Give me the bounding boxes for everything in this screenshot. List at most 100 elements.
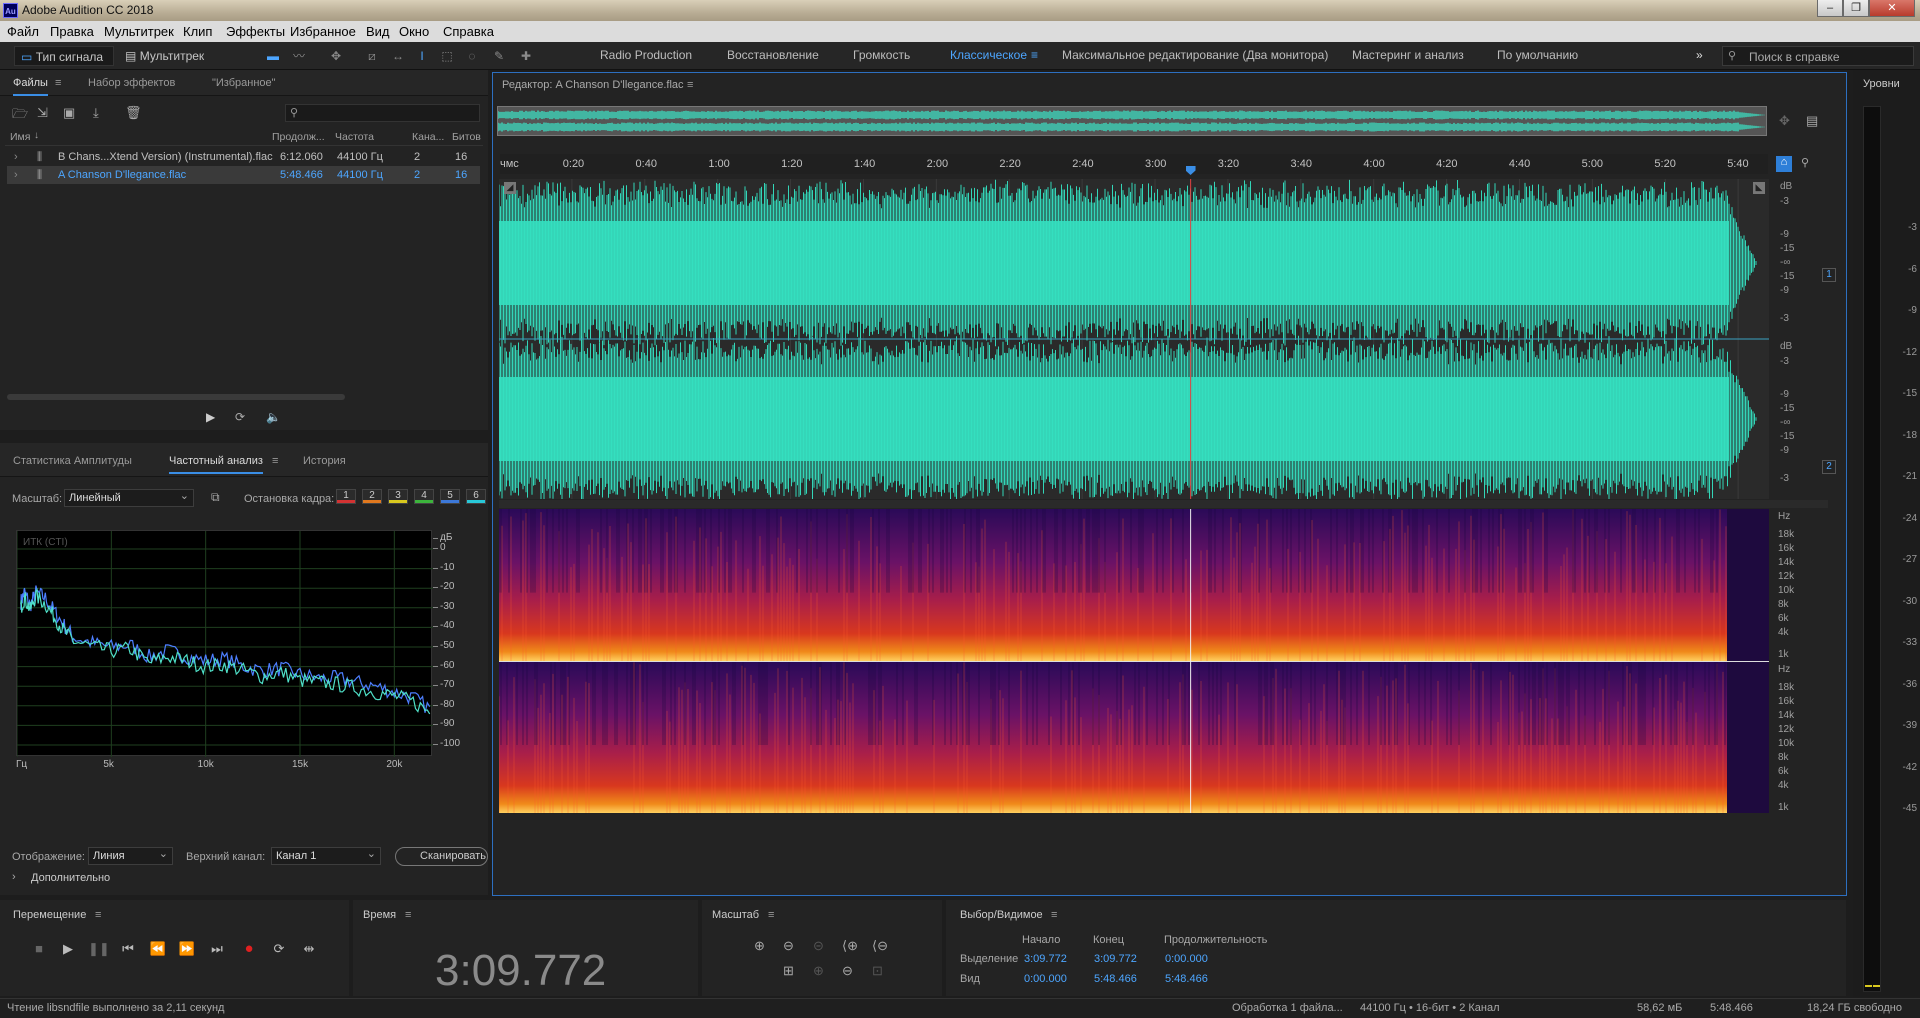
display-dropdown[interactable]: Линия <box>88 847 173 865</box>
slip-tool-icon[interactable]: ↔ <box>390 48 406 64</box>
menu-file[interactable]: Файл <box>7 24 39 39</box>
workspace-loudness[interactable]: Громкость <box>853 48 910 62</box>
waveform-view-button[interactable]: ▭ Тип сигнала <box>14 46 114 66</box>
expand-chevron-icon[interactable]: › <box>14 169 18 181</box>
freeze-slot-5[interactable]: 5 <box>440 489 460 504</box>
files-menu-icon[interactable]: ≡ <box>55 77 61 89</box>
tab-frequency-analysis[interactable]: Частотный анализ <box>169 455 263 474</box>
tab-history[interactable]: История <box>303 455 346 467</box>
zoom-in-point-icon[interactable]: ⊕ <box>813 963 824 979</box>
menu-help[interactable]: Справка <box>443 24 494 39</box>
menu-effects[interactable]: Эффекты <box>226 24 285 39</box>
analysis-menu-icon[interactable]: ≡ <box>272 455 278 467</box>
freeze-slot-6[interactable]: 6 <box>466 489 486 504</box>
menu-favorites[interactable]: Избранное <box>290 24 356 39</box>
workspace-restoration[interactable]: Восстановление <box>727 48 819 62</box>
workspace-default[interactable]: По умолчанию <box>1497 48 1578 62</box>
col-name[interactable]: Имя <box>10 131 30 143</box>
new-file-icon[interactable]: ▣ <box>63 105 75 121</box>
files-search-input[interactable]: ⚲ <box>285 104 480 122</box>
skip-icon[interactable]: ⇹ <box>299 939 319 959</box>
zoom-in-amplitude-icon[interactable]: ⊕ <box>754 938 765 954</box>
scale-dropdown[interactable]: Линейный <box>64 489 194 507</box>
freeze-slot-1[interactable]: 1 <box>336 489 356 504</box>
open-file-icon[interactable]: 🗁 <box>12 105 28 127</box>
time-selection-tool-icon[interactable]: I <box>414 48 430 64</box>
spectral-display[interactable] <box>499 509 1769 813</box>
snap-icon[interactable]: ⌂ <box>1776 156 1792 172</box>
lasso-tool-icon[interactable]: ◌ <box>464 48 480 64</box>
menu-window[interactable]: Окно <box>399 24 429 39</box>
channel-2-toggle[interactable]: 2 <box>1822 460 1836 474</box>
delete-file-icon[interactable]: 🗑 <box>125 105 142 121</box>
razor-tool-icon[interactable]: ⧄ <box>364 48 380 64</box>
view-start[interactable]: 0:00.000 <box>1024 973 1067 985</box>
copy-graph-icon[interactable]: ⧉ <box>211 490 220 505</box>
editor-panel-options-icon[interactable]: ▤ <box>1806 113 1818 129</box>
selection-end[interactable]: 3:09.772 <box>1094 953 1137 965</box>
editor-menu-icon[interactable]: ≡ <box>687 79 693 91</box>
healing-tool-icon[interactable]: ✚ <box>518 48 534 64</box>
preview-autoplay-icon[interactable]: 🔈 <box>266 410 281 424</box>
tab-amplitude-stats[interactable]: Статистика Амплитуды <box>13 455 132 467</box>
channel-dropdown[interactable]: Канал 1 <box>271 847 381 865</box>
menu-view[interactable]: Вид <box>366 24 390 39</box>
advanced-chevron-icon[interactable]: › <box>12 871 16 883</box>
record-icon[interactable]: ● <box>239 939 259 959</box>
loop-icon[interactable]: ⟳ <box>269 939 289 959</box>
zoom-out-time-icon[interactable]: ⟨⊖ <box>872 938 888 954</box>
zoom-out-point-icon[interactable]: ⊖ <box>842 963 853 979</box>
go-end-icon[interactable]: ⏭ <box>207 939 227 959</box>
waveform-display-icon[interactable]: ▬ <box>265 48 281 64</box>
zoom-out-full-icon[interactable]: ⊝ <box>813 938 824 954</box>
selection-duration[interactable]: 0:00.000 <box>1165 953 1208 965</box>
brush-tool-icon[interactable]: ✎ <box>491 48 507 64</box>
channel-1-toggle[interactable]: 1 <box>1822 268 1836 282</box>
workspace-mastering[interactable]: Мастеринг и анализ <box>1352 48 1464 62</box>
zoom-selection-icon[interactable]: ⊞ <box>783 963 794 979</box>
rewind-icon[interactable]: ⏪ <box>148 939 168 959</box>
transport-menu-icon[interactable]: ≡ <box>95 909 101 921</box>
maximize-button[interactable]: ❐ <box>1843 0 1869 17</box>
close-button[interactable]: ✕ <box>1869 0 1915 17</box>
menu-multitrack[interactable]: Мультитрек <box>104 24 174 39</box>
zoom-in-time-icon[interactable]: ⟨⊕ <box>842 938 858 954</box>
preview-play-icon[interactable]: ▶ <box>206 410 215 424</box>
selection-start[interactable]: 3:09.772 <box>1024 953 1067 965</box>
col-channels[interactable]: Кана... <box>412 131 444 143</box>
files-horizontal-scrollbar[interactable] <box>7 394 345 400</box>
zoom-out-amplitude-icon[interactable]: ⊖ <box>783 938 794 954</box>
col-bits[interactable]: Битов <box>452 131 481 143</box>
view-duration[interactable]: 5:48.466 <box>1165 973 1208 985</box>
scan-button[interactable]: Сканировать <box>395 847 488 866</box>
move-tool-icon[interactable]: ✥ <box>328 48 344 64</box>
zoom-to-selection-icon[interactable]: ✥ <box>1779 113 1790 129</box>
freeze-slot-2[interactable]: 2 <box>362 489 382 504</box>
pause-icon[interactable]: ❚❚ <box>88 939 110 959</box>
workspace-menu-icon[interactable]: ≡ <box>1031 48 1038 62</box>
tab-effects-rack[interactable]: Набор эффектов <box>88 77 175 89</box>
import-file-icon[interactable]: ⇲ <box>37 105 48 121</box>
menu-clip[interactable]: Клип <box>183 24 212 39</box>
go-start-icon[interactable]: ⏮ <box>118 939 138 959</box>
col-rate[interactable]: Частота <box>335 131 374 143</box>
workspace-max-editing[interactable]: Максимальное редактирование (Два монитор… <box>1062 48 1328 62</box>
multitrack-view-button[interactable]: ▤ Мультитрек <box>125 46 215 66</box>
tab-files[interactable]: Файлы <box>13 77 48 96</box>
marker-pin-icon[interactable]: ⚲ <box>1801 156 1809 169</box>
waveform-area[interactable]: ◢ ◣ <box>498 179 1769 503</box>
advanced-toggle[interactable]: Дополнительно <box>31 872 110 884</box>
tab-favorites[interactable]: "Избранное" <box>212 77 276 89</box>
file-row-selected[interactable]: › ⫼ A Chanson D'llegance.flac 5:48.466 4… <box>7 166 480 184</box>
marquee-tool-icon[interactable]: ⬚ <box>439 48 455 64</box>
zoom-reset-icon[interactable]: ⊡ <box>872 963 883 979</box>
fade-in-handle-icon[interactable]: ◢ <box>504 182 516 194</box>
selection-menu-icon[interactable]: ≡ <box>1051 909 1057 921</box>
insert-multitrack-icon[interactable]: ⤓ <box>93 105 99 121</box>
stop-icon[interactable]: ■ <box>29 939 49 959</box>
time-ruler[interactable]: чмс 0:20 0:40 1:00 1:20 1:40 2:00 2:20 2:40 3:00… <box>500 154 1768 175</box>
forward-icon[interactable]: ⏩ <box>177 939 197 959</box>
menu-edit[interactable]: Правка <box>50 24 94 39</box>
col-duration[interactable]: Продолж... <box>272 131 325 143</box>
zoom-menu-icon[interactable]: ≡ <box>768 909 774 921</box>
